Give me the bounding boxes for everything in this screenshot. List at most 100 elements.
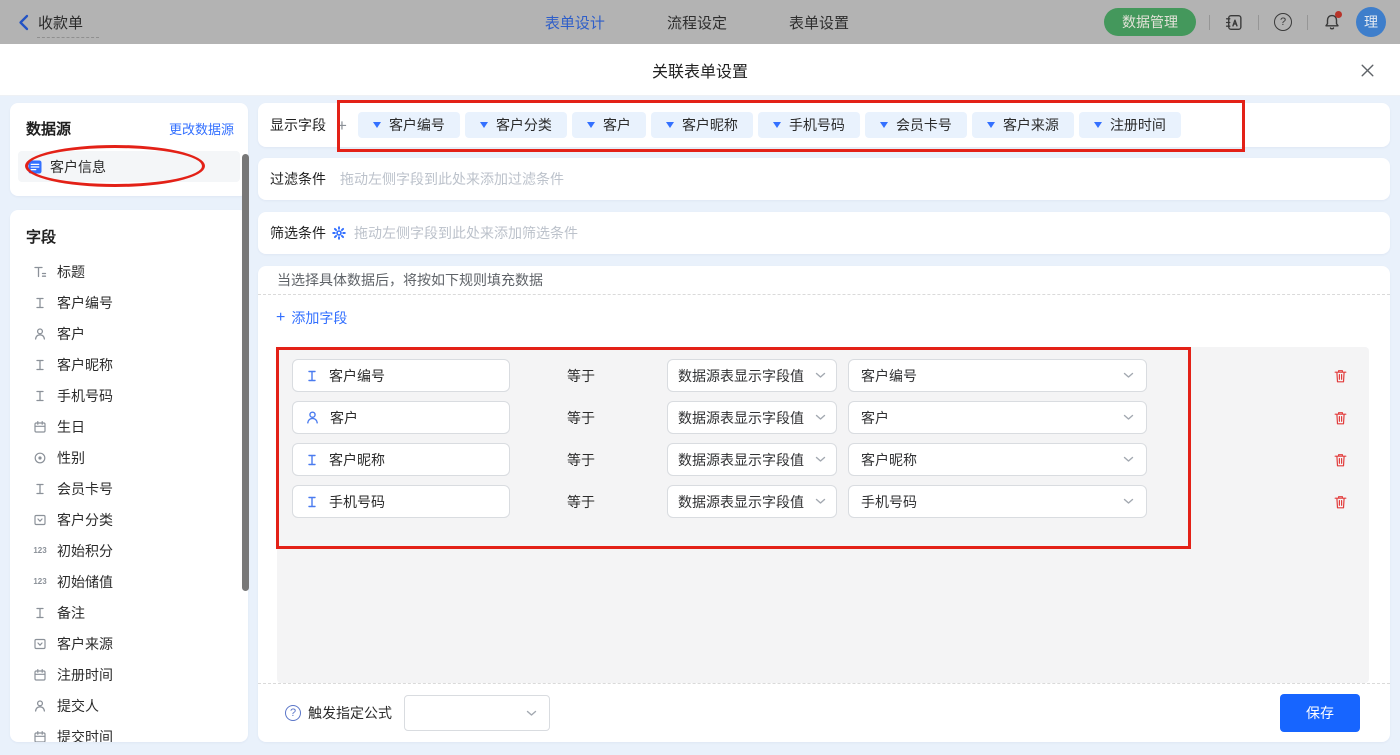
display-field-tag[interactable]: 客户编号	[358, 112, 460, 138]
rule-value-select[interactable]: 客户昵称	[848, 443, 1147, 476]
trash-icon[interactable]	[1333, 368, 1348, 384]
tab-form-settings[interactable]: 表单设置	[789, 12, 849, 33]
sidebar-field-item[interactable]: 注册时间	[10, 659, 248, 690]
rule-value-select[interactable]: 客户编号	[848, 359, 1147, 392]
display-field-tag[interactable]: 注册时间	[1079, 112, 1181, 138]
display-field-tag[interactable]: 客户分类	[465, 112, 567, 138]
chevron-down-icon	[1123, 414, 1134, 421]
rule-source-select[interactable]: 数据源表显示字段值	[667, 401, 837, 434]
text-icon	[32, 389, 48, 403]
text-icon	[305, 369, 319, 383]
user-avatar[interactable]: 理	[1356, 7, 1386, 37]
sidebar-field-item[interactable]: 客户来源	[10, 628, 248, 659]
rule-field[interactable]: 客户	[292, 401, 510, 434]
chevron-down-icon	[815, 414, 826, 421]
display-field-tag[interactable]: 客户昵称	[651, 112, 753, 138]
sidebar-field-item[interactable]: 性别	[10, 442, 248, 473]
data-manage-button[interactable]: 数据管理	[1104, 8, 1196, 36]
sidebar-field-item[interactable]: 提交人	[10, 690, 248, 721]
sidebar-field-item[interactable]: 123 初始积分	[10, 535, 248, 566]
rule-field[interactable]: 客户昵称	[292, 443, 510, 476]
sidebar-field-item[interactable]: 客户编号	[10, 287, 248, 318]
divider	[1209, 15, 1210, 30]
chevron-down-icon	[815, 372, 826, 379]
rule-value: 手机号码	[861, 492, 917, 512]
rule-source-value: 数据源表显示字段值	[678, 408, 804, 428]
trash-icon[interactable]	[1333, 452, 1348, 468]
caret-down-icon	[480, 122, 488, 128]
contacts-book-icon[interactable]	[1223, 11, 1245, 33]
notification-bell-icon[interactable]	[1321, 11, 1343, 33]
rule-operator: 等于	[567, 366, 667, 386]
rule-value-select[interactable]: 客户	[848, 401, 1147, 434]
sidebar-field-item[interactable]: 会员卡号	[10, 473, 248, 504]
display-field-tag[interactable]: 客户来源	[972, 112, 1074, 138]
datasource-panel: 数据源 更改数据源 客户信息	[10, 103, 248, 196]
text-icon	[32, 482, 48, 496]
rule-source-select[interactable]: 数据源表显示字段值	[667, 359, 837, 392]
datasource-item[interactable]: 客户信息	[18, 151, 240, 182]
sidebar-field-item[interactable]: 标题	[10, 256, 248, 287]
rule-operator: 等于	[567, 492, 667, 512]
sidebar-field-item[interactable]: 备注	[10, 597, 248, 628]
sidebar-field-item[interactable]: 123 初始储值	[10, 566, 248, 597]
trigger-formula-select[interactable]	[404, 695, 550, 731]
caret-down-icon	[373, 122, 381, 128]
filter-condition-row[interactable]: 过滤条件 拖动左侧字段到此处来添加过滤条件	[258, 158, 1390, 200]
number-icon: 123	[32, 577, 48, 586]
notification-dot	[1335, 11, 1342, 18]
gear-icon[interactable]	[332, 226, 346, 240]
sidebar-field-item[interactable]: 客户分类	[10, 504, 248, 535]
tab-workflow-settings[interactable]: 流程设定	[667, 12, 727, 33]
rule-field[interactable]: 手机号码	[292, 485, 510, 518]
add-display-field-icon[interactable]: +	[337, 117, 347, 134]
datasource-title: 数据源	[26, 118, 71, 139]
sidebar-field-item[interactable]: 提交时间	[10, 721, 248, 742]
text-icon	[32, 358, 48, 372]
trash-icon[interactable]	[1333, 494, 1348, 510]
fields-scrollbar[interactable]	[242, 154, 249, 591]
rule-value-select[interactable]: 手机号码	[848, 485, 1147, 518]
display-field-tag[interactable]: 手机号码	[758, 112, 860, 138]
radio-icon	[32, 451, 48, 465]
chevron-down-icon	[1123, 498, 1134, 505]
trash-icon[interactable]	[1333, 410, 1348, 426]
chevron-down-icon	[815, 498, 826, 505]
display-field-tag[interactable]: 客户	[572, 112, 646, 138]
close-icon[interactable]	[1358, 61, 1376, 79]
help-icon[interactable]: ?	[1272, 11, 1294, 33]
fill-rules-list: 客户编号 等于 数据源表显示字段值 客户编号 客户 等于	[277, 347, 1369, 683]
screen-condition-row[interactable]: 筛选条件 拖动左侧字段到此处来添加筛选条件	[258, 212, 1390, 254]
filter-drop-placeholder: 拖动左侧字段到此处来添加过滤条件	[340, 169, 564, 189]
add-field-button[interactable]: + 添加字段	[258, 308, 347, 328]
filter-condition-label: 过滤条件	[270, 169, 326, 189]
rule-value: 客户昵称	[861, 450, 917, 470]
rule-field-label: 客户	[330, 408, 358, 428]
display-fields-label: 显示字段	[270, 115, 326, 135]
rule-field[interactable]: 客户编号	[292, 359, 510, 392]
rule-source-select[interactable]: 数据源表显示字段值	[667, 443, 837, 476]
rule-operator: 等于	[567, 408, 667, 428]
rule-source-value: 数据源表显示字段值	[678, 366, 804, 386]
caret-down-icon	[1094, 122, 1102, 128]
rule-source-value: 数据源表显示字段值	[678, 492, 804, 512]
chevron-down-icon	[1123, 456, 1134, 463]
text-icon	[32, 296, 48, 310]
sidebar-field-item[interactable]: 生日	[10, 411, 248, 442]
sidebar-field-item[interactable]: 手机号码	[10, 380, 248, 411]
header-tabs: 表单设计 流程设定 表单设置	[545, 0, 849, 44]
title-icon	[32, 265, 48, 279]
change-datasource-link[interactable]: 更改数据源	[169, 119, 234, 138]
fields-panel: 字段 标题 客户编号 客户 客户昵称 手机号码	[10, 210, 248, 742]
back-chevron-icon	[18, 14, 29, 31]
back-button[interactable]: 收款单	[0, 12, 83, 33]
save-button[interactable]: 保存	[1280, 694, 1360, 732]
screen-drop-placeholder: 拖动左侧字段到此处来添加筛选条件	[354, 223, 578, 243]
display-field-tag[interactable]: 会员卡号	[865, 112, 967, 138]
sidebar-field-item[interactable]: 客户	[10, 318, 248, 349]
tab-form-design[interactable]: 表单设计	[545, 12, 605, 33]
rule-value: 客户编号	[861, 366, 917, 386]
sidebar-field-item[interactable]: 客户昵称	[10, 349, 248, 380]
rule-source-select[interactable]: 数据源表显示字段值	[667, 485, 837, 518]
help-circle-icon[interactable]: ?	[285, 705, 301, 721]
